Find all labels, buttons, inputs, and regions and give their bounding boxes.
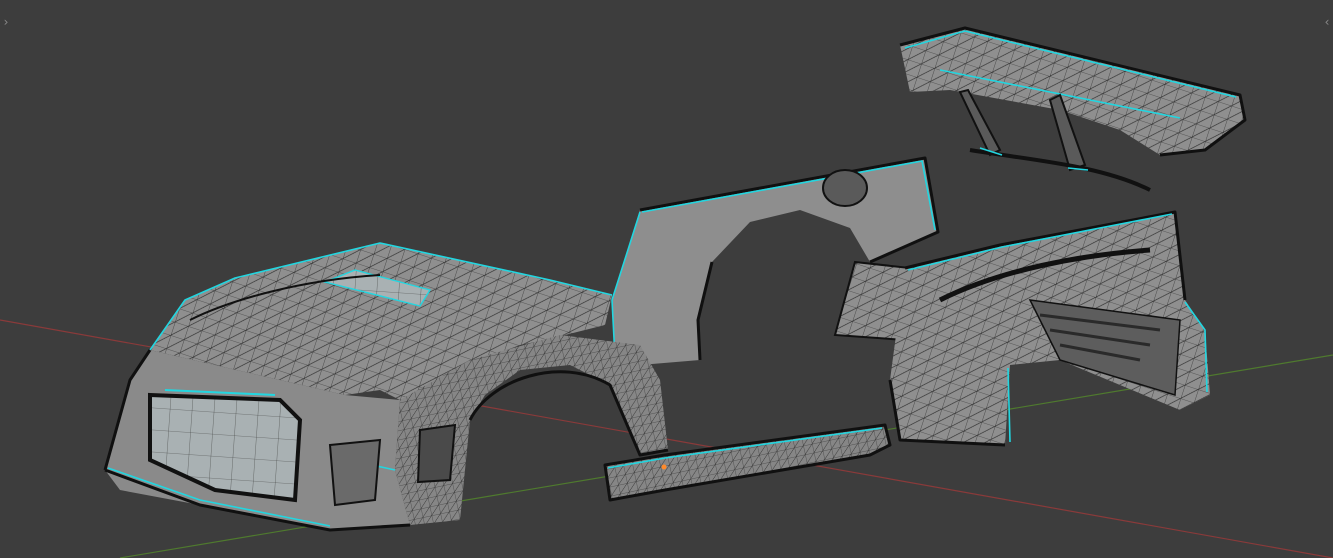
rear-quarter-left-mesh[interactable] xyxy=(611,156,940,365)
rear-wing-mesh[interactable] xyxy=(899,26,1247,192)
scene-canvas[interactable] xyxy=(0,0,1333,558)
body-front-mesh[interactable] xyxy=(103,242,669,532)
chevron-left-icon[interactable]: ‹ xyxy=(1321,14,1333,30)
chevron-right-icon[interactable]: › xyxy=(0,14,12,30)
rear-quarter-right-mesh[interactable] xyxy=(888,210,1210,447)
3d-viewport[interactable]: › ‹ xyxy=(0,0,1333,558)
